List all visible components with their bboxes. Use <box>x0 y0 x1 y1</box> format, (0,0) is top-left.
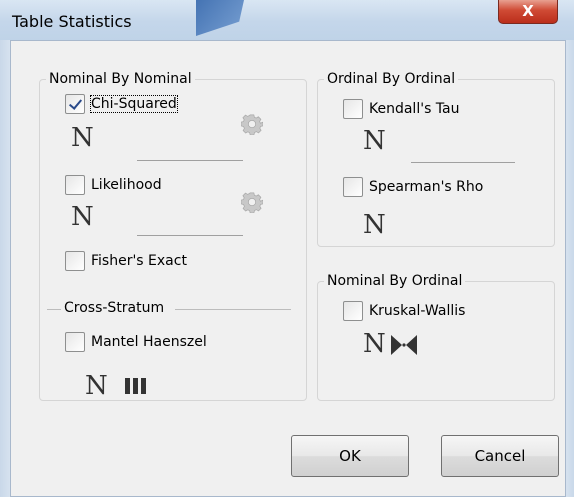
cross-stratum-rule-left <box>47 309 61 310</box>
likelihood-checkbox[interactable] <box>65 175 85 195</box>
window-title: Table Statistics <box>12 12 132 31</box>
likelihood-option[interactable]: Likelihood <box>65 175 162 195</box>
n-statistic-icon: N <box>363 210 386 240</box>
chi-squared-label: Chi-Squared <box>90 95 178 113</box>
gear-icon[interactable] <box>241 113 263 135</box>
mantel-haenszel-label: Mantel Haenszel <box>91 334 207 350</box>
window-border-right <box>566 40 574 497</box>
close-button[interactable]: X <box>498 0 558 24</box>
kendalls-tau-value-line <box>411 162 515 163</box>
n-statistic-icon: N <box>71 123 94 153</box>
bowtie-icon <box>391 335 417 355</box>
n-statistic-icon: N <box>71 202 94 232</box>
cancel-button[interactable]: Cancel <box>441 435 559 477</box>
chi-squared-checkbox[interactable] <box>65 94 85 114</box>
fishers-exact-checkbox[interactable] <box>65 251 85 271</box>
nominal-by-ordinal-group <box>317 281 555 401</box>
kruskal-wallis-label: Kruskal-Wallis <box>369 303 466 319</box>
chi-squared-value-line <box>137 160 243 161</box>
dialog-body: Nominal By Nominal Chi-Squared N Likelih… <box>10 40 566 497</box>
stratum-bars-icon <box>125 378 147 394</box>
kendalls-tau-option[interactable]: Kendall's Tau <box>343 99 460 119</box>
n-statistic-icon: N <box>363 329 386 359</box>
group-legend-cross-stratum: Cross-Stratum <box>61 300 168 316</box>
group-legend-ordinal-by-ordinal: Ordinal By Ordinal <box>324 71 459 87</box>
kendalls-tau-label: Kendall's Tau <box>369 101 460 117</box>
fishers-exact-option[interactable]: Fisher's Exact <box>65 251 187 271</box>
n-statistic-icon: N <box>85 371 108 401</box>
chi-squared-option[interactable]: Chi-Squared <box>65 94 178 114</box>
spearmans-rho-label: Spearman's Rho <box>369 179 484 195</box>
mantel-haenszel-option[interactable]: Mantel Haenszel <box>65 332 207 352</box>
likelihood-value-line <box>137 235 243 236</box>
spearmans-rho-checkbox[interactable] <box>343 177 363 197</box>
gear-icon[interactable] <box>241 191 263 213</box>
n-statistic-icon: N <box>363 126 386 156</box>
fishers-exact-label: Fisher's Exact <box>91 253 187 269</box>
kruskal-wallis-option[interactable]: Kruskal-Wallis <box>343 301 465 321</box>
group-legend-nominal-by-nominal: Nominal By Nominal <box>46 71 195 87</box>
group-legend-nominal-by-ordinal: Nominal By Ordinal <box>324 273 466 289</box>
ok-button[interactable]: OK <box>291 435 409 477</box>
window-border-left <box>0 40 10 497</box>
cross-stratum-rule-right <box>175 309 291 310</box>
likelihood-label: Likelihood <box>91 177 162 193</box>
kruskal-wallis-checkbox[interactable] <box>343 301 363 321</box>
mantel-haenszel-checkbox[interactable] <box>65 332 85 352</box>
title-decoration <box>196 0 244 36</box>
title-bar[interactable]: Table Statistics X <box>0 0 574 40</box>
spearmans-rho-option[interactable]: Spearman's Rho <box>343 177 483 197</box>
kendalls-tau-checkbox[interactable] <box>343 99 363 119</box>
